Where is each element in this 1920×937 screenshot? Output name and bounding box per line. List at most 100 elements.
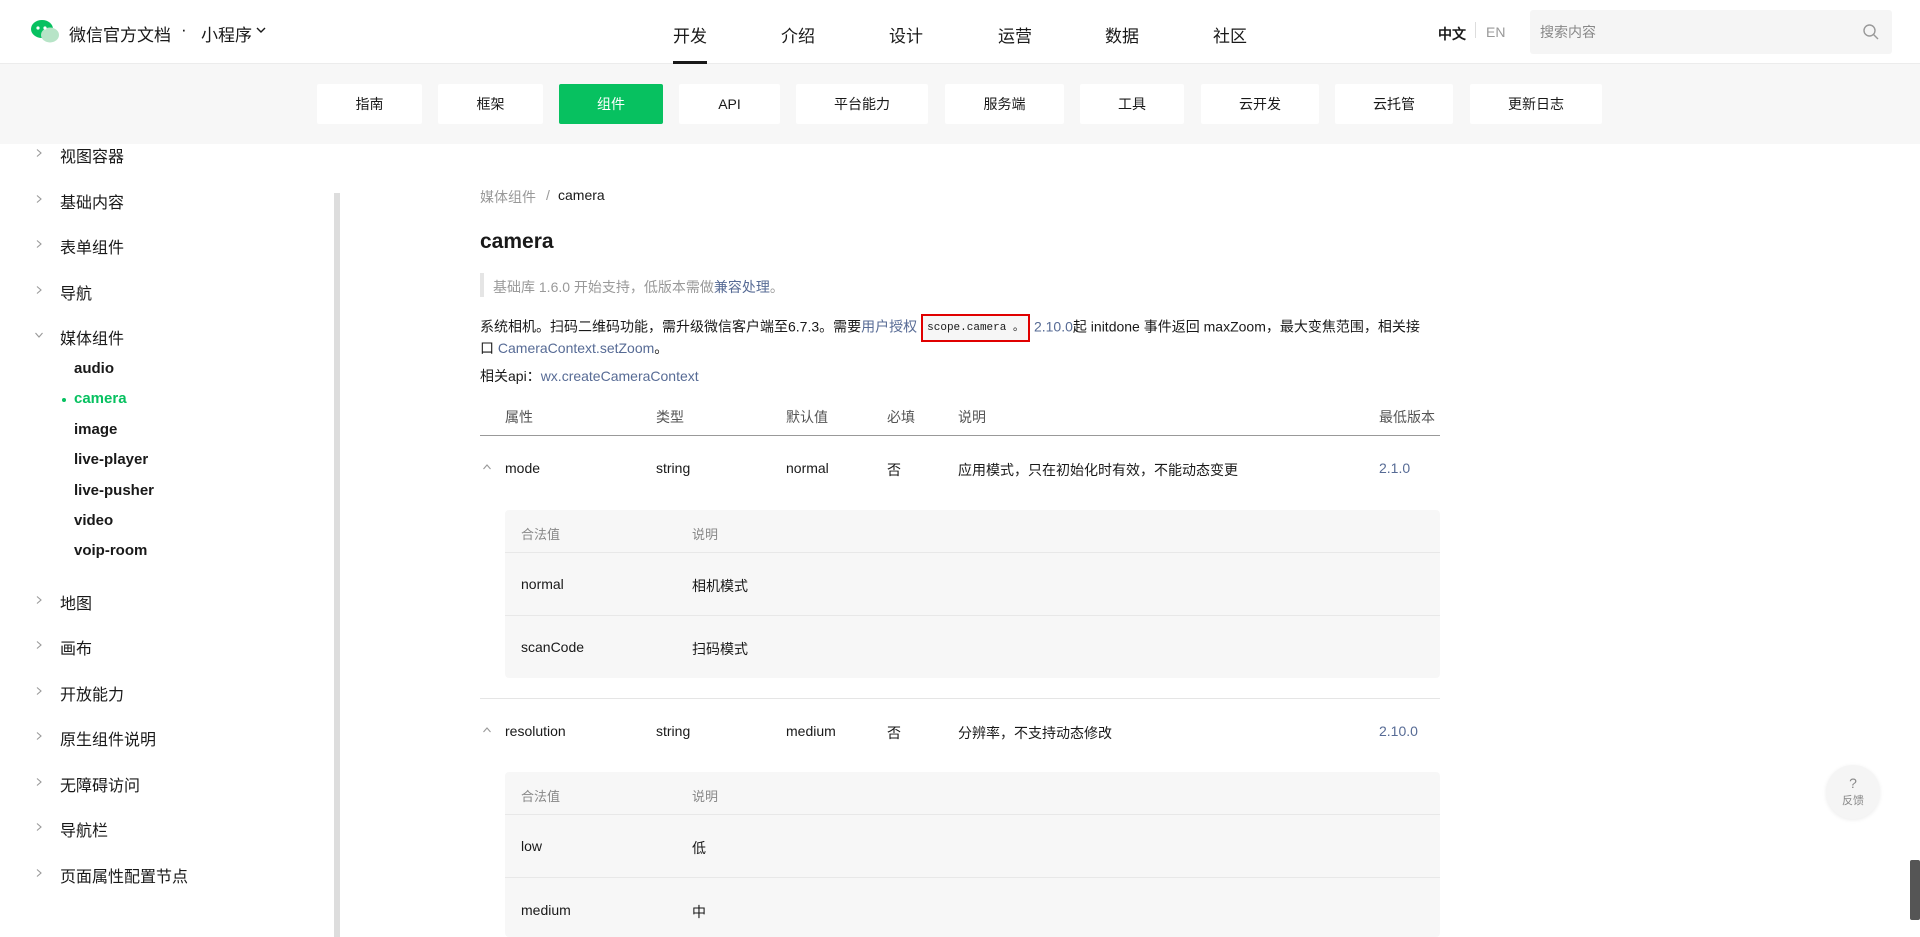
wechat-logo-icon[interactable] (30, 19, 60, 45)
edge-handle[interactable] (1910, 860, 1920, 920)
chevron-right-icon (36, 778, 42, 786)
sidebar-subitem-live-pusher[interactable]: live-pusher (74, 482, 154, 499)
sidebar-item-map[interactable]: 地图 (60, 590, 92, 614)
enum-divider (505, 814, 1440, 815)
category-changelog[interactable]: 更新日志 (1470, 84, 1602, 124)
chevron-down-icon (35, 332, 43, 338)
enum-header-value: 合法值 (521, 527, 561, 542)
row-type: string (656, 460, 691, 476)
category-platform[interactable]: 平台能力 (796, 84, 928, 124)
chevron-right-icon (36, 641, 42, 649)
sidebar (0, 144, 335, 937)
nav-item-design[interactable]: 设计 (889, 22, 923, 47)
category-tools[interactable]: 工具 (1080, 84, 1184, 124)
row-required: 否 (887, 725, 901, 741)
sidebar-subitem-camera[interactable]: camera (74, 390, 127, 407)
chevron-down-icon[interactable] (256, 25, 266, 35)
enum-divider (505, 552, 1440, 553)
question-icon: ? (1849, 775, 1857, 791)
row-type: string (656, 723, 691, 739)
chevron-up-icon[interactable] (483, 726, 491, 734)
category-cloud-hosting[interactable]: 云托管 (1335, 84, 1453, 124)
sidebar-item-page-meta[interactable]: 页面属性配置节点 (60, 863, 188, 887)
table-header-type: 类型 (656, 409, 684, 425)
product-switcher[interactable]: 小程序 (201, 21, 252, 46)
top-header: 微信官方文档 · 小程序 开发 介绍 设计 运营 数据 社区 中文 EN (0, 0, 1920, 64)
table-header-divider (480, 435, 1440, 436)
description-text-2: 起 initdone 事件返回 maxZoom，最大变焦范围，相关接 (1072, 318, 1420, 335)
breadcrumb-parent[interactable]: 媒体组件 (480, 187, 536, 207)
nav-item-develop[interactable]: 开发 (673, 22, 707, 47)
sidebar-subitem-video[interactable]: video (74, 512, 113, 529)
feedback-button[interactable]: ? 反馈 (1826, 765, 1880, 819)
support-note-text: 基础库 1.6.0 开始支持，低版本需做 (493, 279, 714, 295)
category-server[interactable]: 服务端 (945, 84, 1064, 124)
search-icon[interactable] (1862, 23, 1880, 41)
row-attr-name: mode (505, 460, 541, 476)
category-framework[interactable]: 框架 (438, 84, 543, 124)
chevron-right-icon (36, 240, 42, 248)
set-zoom-link[interactable]: CameraContext.setZoom (498, 340, 654, 356)
sidebar-item-canvas[interactable]: 画布 (60, 635, 92, 659)
enum-value: scanCode (521, 639, 585, 655)
sidebar-subitem-voip-room[interactable]: voip-room (74, 542, 147, 559)
sidebar-item-navigation-bar[interactable]: 导航栏 (60, 817, 108, 841)
enum-value: normal (521, 576, 564, 592)
version-link[interactable]: 2.10.0 (1034, 319, 1073, 335)
sidebar-subitem-live-player[interactable]: live-player (74, 451, 148, 468)
category-components[interactable]: 组件 (559, 84, 663, 124)
category-cloud-dev[interactable]: 云开发 (1201, 84, 1319, 124)
chevron-right-icon (36, 286, 42, 294)
sidebar-scrollbar[interactable] (334, 193, 340, 937)
nav-item-community[interactable]: 社区 (1213, 22, 1247, 47)
scope-camera-dot: 。 (1012, 322, 1024, 334)
enum-desc: 中 (692, 904, 706, 920)
sidebar-item-native-component[interactable]: 原生组件说明 (60, 726, 156, 750)
table-header-desc: 说明 (958, 409, 986, 425)
chevron-right-icon (36, 869, 42, 877)
category-guide[interactable]: 指南 (317, 84, 422, 124)
enum-table: 合法值 说明 low 低 medium 中 (505, 772, 1440, 937)
sidebar-subitem-audio[interactable]: audio (74, 360, 114, 377)
category-nav: 指南 框架 组件 API 平台能力 服务端 工具 云开发 云托管 更新日志 (0, 64, 1920, 144)
lang-en[interactable]: EN (1486, 24, 1505, 40)
sidebar-item-accessibility[interactable]: 无障碍访问 (60, 772, 140, 796)
row-version-link[interactable]: 2.10.0 (1379, 723, 1418, 739)
enum-desc: 低 (692, 840, 706, 856)
chevron-up-icon[interactable] (483, 463, 491, 471)
nav-item-operation[interactable]: 运营 (998, 22, 1032, 47)
nav-item-intro[interactable]: 介绍 (781, 22, 815, 47)
sidebar-item-navigation[interactable]: 导航 (60, 280, 92, 304)
row-version-link[interactable]: 2.1.0 (1379, 460, 1410, 476)
chevron-right-icon (36, 732, 42, 740)
nav-item-data[interactable]: 数据 (1105, 22, 1139, 47)
related-api-link[interactable]: wx.createCameraContext (541, 368, 699, 384)
sidebar-item-view-container[interactable]: 视图容器 (60, 143, 124, 167)
sidebar-item-form[interactable]: 表单组件 (60, 234, 124, 258)
support-note: 基础库 1.6.0 开始支持，低版本需做兼容处理。 (493, 277, 784, 297)
sidebar-item-basic-content[interactable]: 基础内容 (60, 189, 124, 213)
sidebar-item-open-ability[interactable]: 开放能力 (60, 681, 124, 705)
chevron-right-icon (36, 149, 42, 157)
row-desc: 应用模式，只在初始化时有效，不能动态变更 (958, 462, 1238, 478)
related-api-label: 相关api： (480, 368, 541, 384)
description-end: 。 (654, 340, 669, 356)
category-api[interactable]: API (679, 84, 780, 124)
search-input[interactable] (1540, 10, 1840, 54)
description-text-3: 口 (480, 340, 498, 356)
note-quote-bar (480, 273, 484, 297)
row-attr-name: resolution (505, 723, 566, 739)
breadcrumb-separator: / (546, 187, 550, 203)
chevron-right-icon (36, 687, 42, 695)
brand-title[interactable]: 微信官方文档 (69, 21, 171, 46)
lang-divider (1475, 22, 1476, 38)
sidebar-item-media[interactable]: 媒体组件 (60, 325, 124, 349)
table-header-min-version: 最低版本 (1379, 409, 1435, 425)
enum-desc: 相机模式 (692, 578, 748, 594)
user-auth-link[interactable]: 用户授权 (861, 319, 917, 335)
lang-zh[interactable]: 中文 (1438, 24, 1466, 44)
chevron-right-icon (36, 195, 42, 203)
compat-link[interactable]: 兼容处理 (714, 279, 770, 295)
enum-table: 合法值 说明 normal 相机模式 scanCode 扫码模式 (505, 510, 1440, 678)
sidebar-subitem-image[interactable]: image (74, 421, 117, 438)
